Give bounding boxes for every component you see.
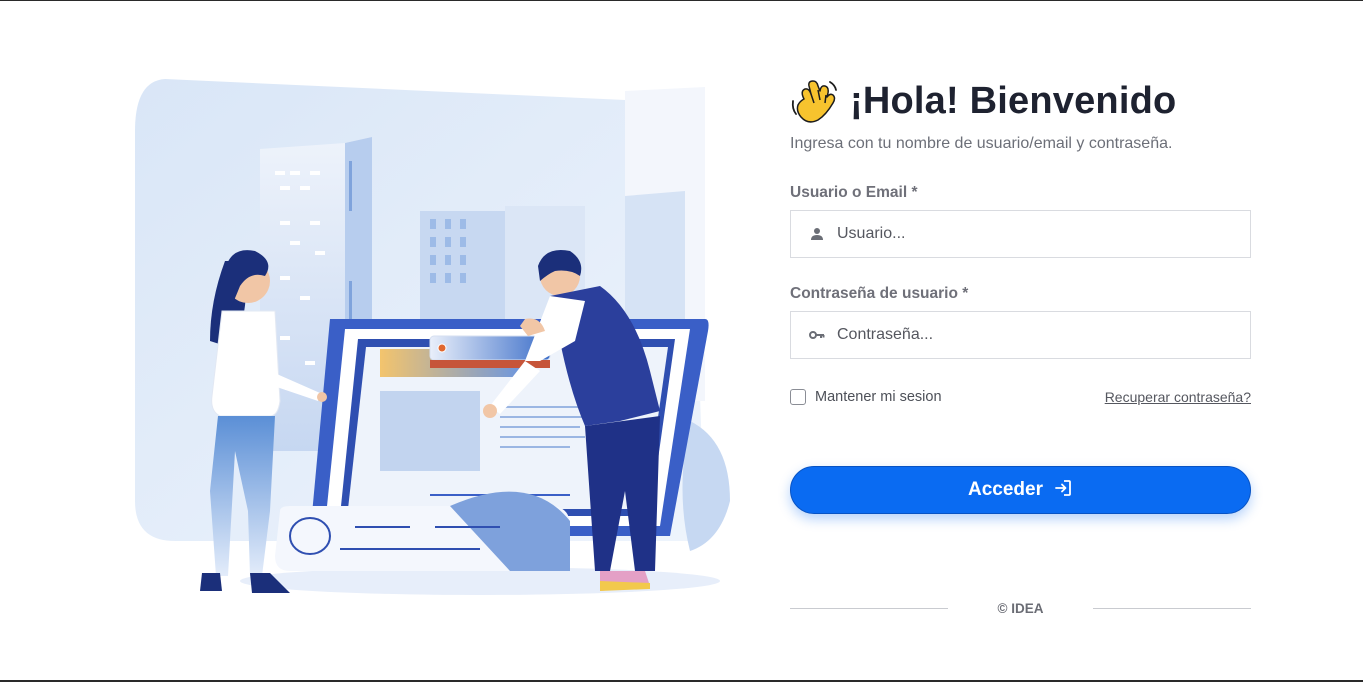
remember-label: Mantener mi sesion xyxy=(815,389,942,405)
login-page: ¡Hola! Bienvenido Ingresa con tu nombre … xyxy=(0,0,1363,682)
login-button-label: Acceder xyxy=(968,479,1043,500)
key-icon xyxy=(809,327,825,343)
login-illustration xyxy=(130,71,750,611)
password-field[interactable] xyxy=(790,311,1251,359)
footer-divider-left xyxy=(790,608,948,609)
copyright-text: © IDEA xyxy=(997,601,1044,616)
sign-in-icon xyxy=(1053,478,1073,503)
username-input[interactable] xyxy=(837,225,1217,243)
remember-me[interactable]: Mantener mi sesion xyxy=(790,389,942,405)
username-field[interactable] xyxy=(790,210,1251,258)
page-subtitle: Ingresa con tu nombre de usuario/email y… xyxy=(790,135,1173,152)
user-icon xyxy=(809,226,825,242)
footer-divider-right xyxy=(1092,608,1251,609)
password-input[interactable] xyxy=(837,326,1217,344)
page-title: ¡Hola! Bienvenido xyxy=(850,79,1177,122)
waving-hand-icon xyxy=(790,77,838,125)
title-row: ¡Hola! Bienvenido xyxy=(790,73,1251,129)
login-button[interactable]: Acceder xyxy=(790,466,1251,514)
login-options: Mantener mi sesion Recuperar contraseña? xyxy=(790,387,1251,407)
remember-checkbox[interactable] xyxy=(790,389,806,405)
username-label: Usuario o Email * xyxy=(790,184,918,201)
footer: © IDEA xyxy=(790,601,1251,616)
office-people-illustration xyxy=(135,79,730,595)
login-panel: ¡Hola! Bienvenido Ingresa con tu nombre … xyxy=(790,73,1251,616)
password-label: Contraseña de usuario * xyxy=(790,285,969,302)
forgot-password-link[interactable]: Recuperar contraseña? xyxy=(1105,389,1251,405)
